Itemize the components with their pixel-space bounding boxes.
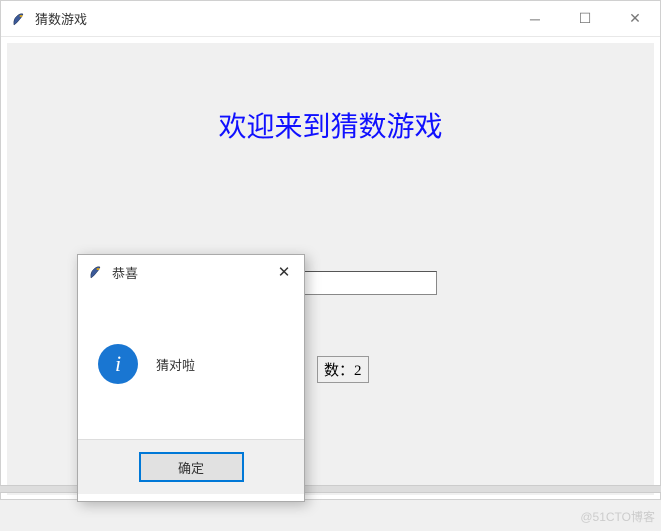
- window-title: 猜数游戏: [35, 9, 510, 28]
- dialog-message: 猜对啦: [156, 355, 195, 374]
- close-button[interactable]: ✕: [610, 1, 660, 37]
- app-icon: [11, 11, 27, 27]
- welcome-heading: 欢迎来到猜数游戏: [7, 105, 654, 145]
- minimize-button[interactable]: ─: [510, 1, 560, 37]
- dialog-close-button[interactable]: ✕: [264, 263, 304, 281]
- maximize-button[interactable]: ☐: [560, 1, 610, 37]
- count-label: 数：2: [317, 356, 369, 383]
- dialog-footer: 确定: [78, 439, 304, 494]
- dialog-app-icon: [88, 264, 104, 280]
- ok-button[interactable]: 确定: [139, 452, 244, 482]
- message-dialog: 恭喜 ✕ i 猜对啦 确定: [77, 254, 305, 502]
- dialog-body: i 猜对啦: [78, 289, 304, 439]
- ok-button-label: 确定: [178, 458, 204, 477]
- title-bar: 猜数游戏 ─ ☐ ✕: [1, 1, 660, 37]
- info-icon: i: [98, 344, 138, 384]
- watermark: @51CTO博客: [580, 508, 655, 525]
- dialog-title-bar: 恭喜 ✕: [78, 255, 304, 289]
- dialog-title: 恭喜: [112, 263, 264, 282]
